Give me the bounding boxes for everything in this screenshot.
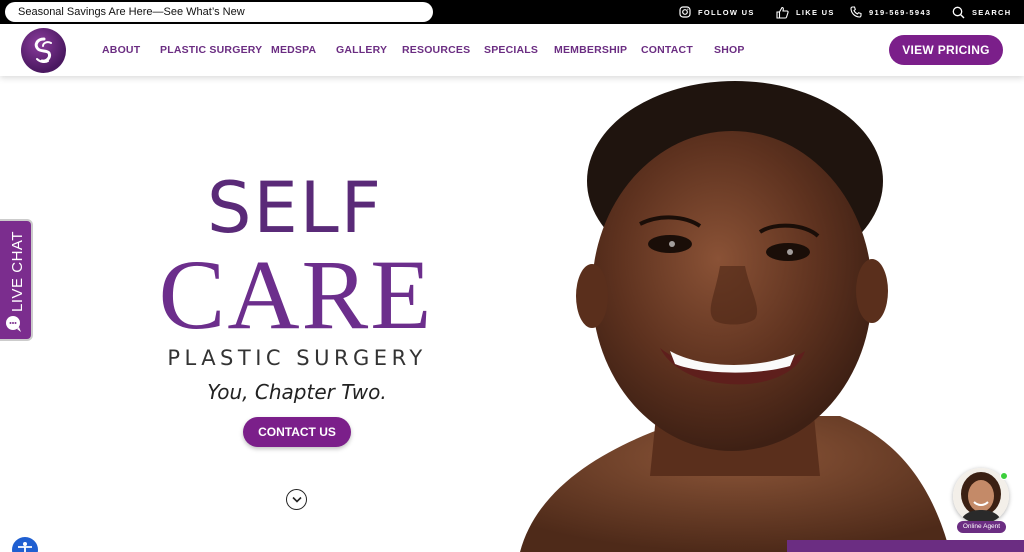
- nav-gallery[interactable]: GALLERY: [336, 24, 387, 76]
- hero-subtitle: PLASTIC SURGERY: [167, 346, 427, 370]
- search-icon: [952, 6, 965, 18]
- hero-title-self: SELF: [207, 167, 383, 249]
- view-pricing-button[interactable]: VIEW PRICING: [889, 35, 1003, 65]
- thumbs-up-icon: [776, 6, 789, 19]
- nav-resources[interactable]: RESOURCES: [402, 24, 470, 76]
- accessibility-icon: [18, 542, 32, 552]
- live-chat-label: LIVE CHAT: [9, 231, 26, 312]
- nav-medspa[interactable]: MEDSPA: [271, 24, 316, 76]
- nav-plastic-surgery[interactable]: PLASTIC SURGERY: [160, 24, 262, 76]
- search-link[interactable]: SEARCH: [952, 0, 1011, 24]
- nav-specials[interactable]: SPECIALS: [484, 24, 538, 76]
- search-label: SEARCH: [972, 7, 1012, 17]
- nav-membership[interactable]: MEMBERSHIP: [554, 24, 627, 76]
- top-bar: Seasonal Savings Are Here—See What’s New…: [0, 0, 1024, 24]
- online-agent-label: Online Agent: [957, 521, 1006, 533]
- chat-icon: [6, 316, 21, 332]
- contact-us-button[interactable]: CONTACT US: [243, 417, 351, 447]
- like-us-label: LIKE US: [796, 7, 835, 17]
- hero-title-care: CARE: [158, 239, 434, 350]
- phone-icon: [850, 6, 862, 18]
- main-navigation: ABOUT PLASTIC SURGERY MEDSPA GALLERY RES…: [0, 24, 1024, 76]
- phone-link[interactable]: 919-569-5943: [850, 0, 931, 24]
- logo-mark-icon: [34, 37, 52, 63]
- follow-us-label: FOLLOW US: [698, 7, 755, 17]
- follow-us-link[interactable]: FOLLOW US: [679, 0, 755, 24]
- promo-banner[interactable]: Seasonal Savings Are Here—See What’s New: [5, 2, 433, 22]
- site-logo[interactable]: [21, 28, 66, 73]
- phone-number: 919-569-5943: [869, 7, 932, 17]
- online-status-indicator: [1000, 472, 1008, 480]
- accessibility-button[interactable]: [10, 535, 40, 552]
- bottom-purple-bar: [787, 540, 1024, 552]
- hero-tagline: You, Chapter Two.: [207, 380, 387, 404]
- hero-section: SELF CARE PLASTIC SURGERY You, Chapter T…: [0, 76, 1024, 552]
- chevron-down-icon: [291, 496, 302, 503]
- nav-shop[interactable]: SHOP: [714, 24, 745, 76]
- like-us-link[interactable]: LIKE US: [776, 0, 835, 24]
- instagram-icon: [679, 6, 691, 18]
- scroll-down-button[interactable]: [286, 489, 307, 510]
- live-chat-tab[interactable]: LIVE CHAT: [0, 219, 33, 341]
- nav-contact[interactable]: CONTACT: [641, 24, 693, 76]
- nav-about[interactable]: ABOUT: [102, 24, 140, 76]
